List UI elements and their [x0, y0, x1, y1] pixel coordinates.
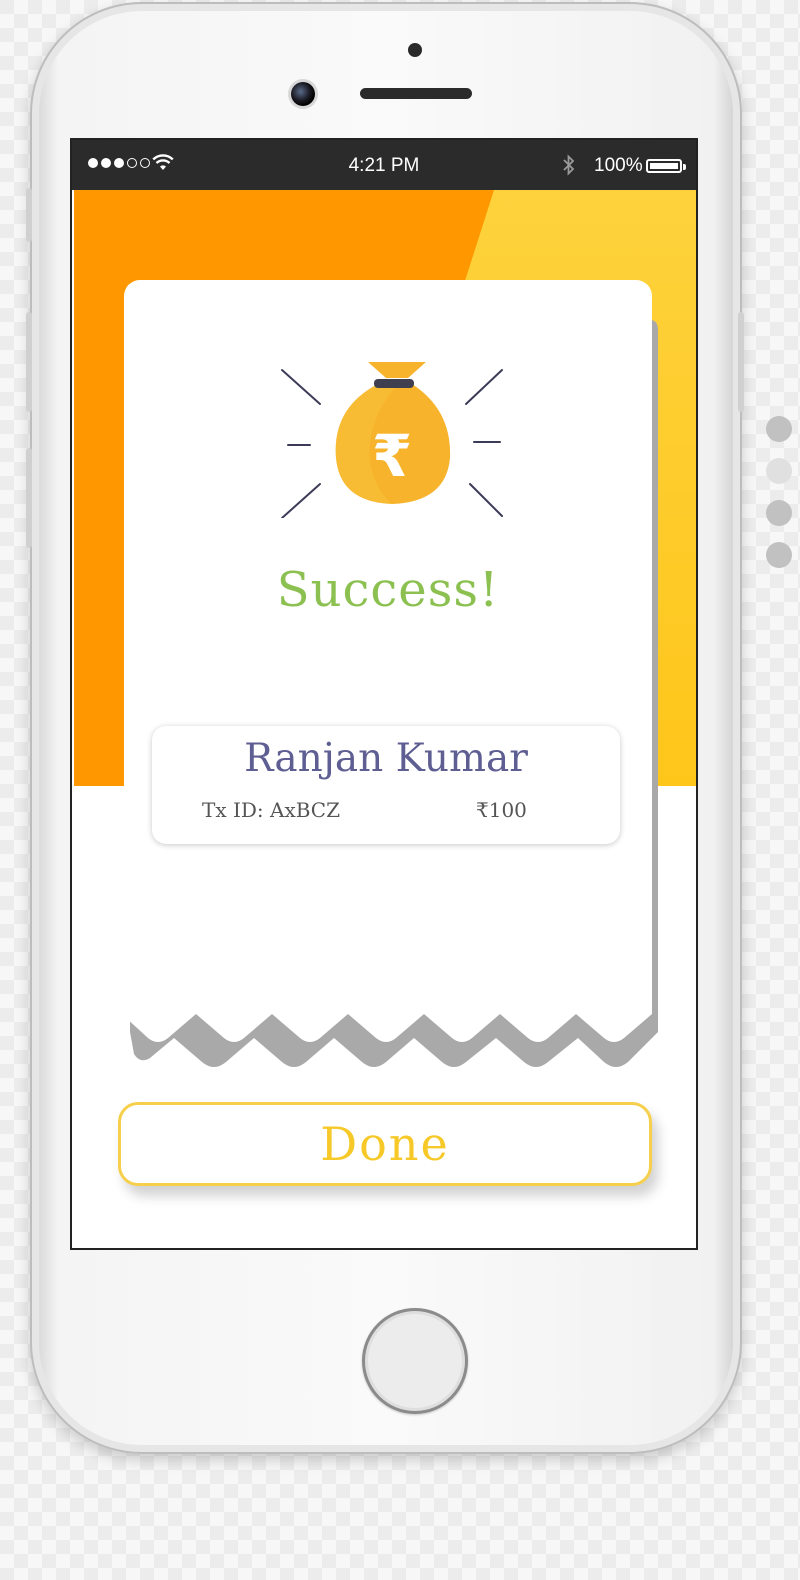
earpiece-speaker — [360, 88, 472, 99]
card-zigzag-edge — [124, 1008, 652, 1042]
front-camera — [291, 82, 315, 106]
proximity-sensor — [408, 43, 422, 57]
done-button[interactable]: Done — [118, 1102, 652, 1186]
status-bar: 4:21 PM 100% — [72, 140, 696, 190]
money-bag-rupee-icon: ₹ — [281, 362, 503, 518]
power-button — [738, 312, 744, 412]
page-dot[interactable] — [766, 542, 792, 568]
success-title: Success! — [276, 562, 500, 618]
volume-up-button — [26, 312, 32, 412]
bluetooth-icon — [563, 154, 575, 176]
page-dot[interactable] — [766, 500, 792, 526]
home-button[interactable] — [362, 1308, 468, 1414]
page-dot-active[interactable] — [766, 458, 792, 484]
mute-switch — [26, 188, 32, 242]
transaction-amount: ₹100 — [476, 798, 527, 822]
recipient-name: Ranjan Kumar — [244, 736, 528, 781]
receipt-card-body: ₹ Success! Ranjan Kumar Tx ID: AxBCZ ₹10… — [124, 280, 652, 1010]
transaction-summary: Ranjan Kumar Tx ID: AxBCZ ₹100 — [152, 726, 620, 844]
phone-screen: 4:21 PM 100% ₹ Success! Ranjan Kumar Tx … — [70, 138, 698, 1250]
stage: 4:21 PM 100% ₹ Success! Ranjan Kumar Tx … — [0, 0, 800, 1580]
battery-percentage: 100% — [594, 155, 643, 176]
page-indicator — [766, 416, 792, 584]
volume-down-button — [26, 448, 32, 548]
battery-icon — [646, 159, 686, 173]
transaction-id: Tx ID: AxBCZ — [202, 798, 340, 822]
svg-text:₹: ₹ — [372, 422, 412, 490]
page-dot[interactable] — [766, 416, 792, 442]
receipt-card: ₹ Success! Ranjan Kumar Tx ID: AxBCZ ₹10… — [124, 280, 658, 1067]
